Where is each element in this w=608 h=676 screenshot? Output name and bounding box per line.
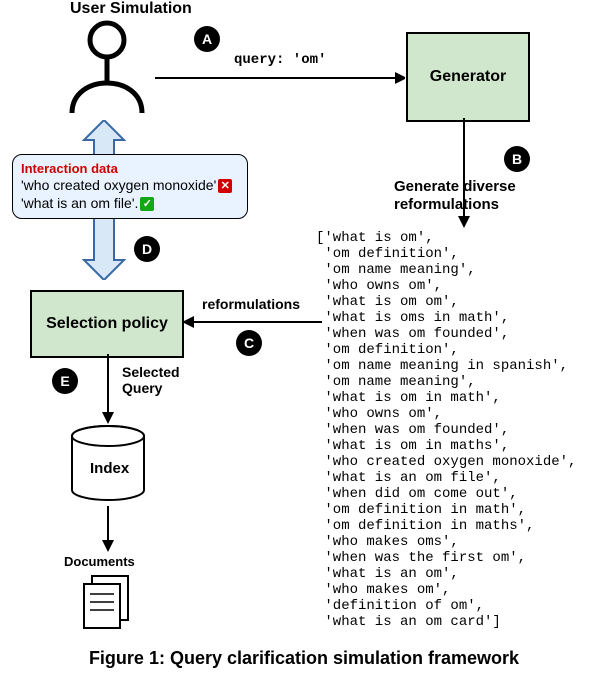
user-simulation-label: User Simulation	[70, 0, 192, 18]
reformulations-list: ['what is om', 'om definition', 'om name…	[316, 230, 576, 630]
interaction-data-label: Interaction data	[21, 161, 239, 176]
arrow-selpolicy-down	[98, 354, 118, 424]
figure-caption: Figure 1: Query clarification simulation…	[0, 648, 608, 669]
generator-label: Generator	[430, 68, 506, 86]
interaction-line-2: 'what is an om file'.✓	[21, 194, 239, 212]
generator-box: Generator	[406, 32, 530, 122]
cross-icon: ✕	[218, 179, 232, 193]
badge-d: D	[134, 236, 160, 262]
interaction-line-1: 'who created oxygen monoxide'✕	[21, 176, 239, 194]
selection-policy-label: Selection policy	[46, 315, 168, 333]
reformulations-arrow-label: reformulations	[202, 296, 300, 312]
query-label: query: 'om'	[234, 52, 326, 68]
generate-reformulations-l2: reformulations	[394, 196, 499, 213]
user-icon	[62, 18, 152, 128]
badge-a: A	[194, 26, 220, 52]
arrow-generator-down	[454, 118, 474, 228]
badge-e: E	[52, 368, 78, 394]
selected-query-l2: Query	[122, 380, 162, 396]
arrow-index-down	[98, 506, 118, 552]
arrow-user-to-generator	[155, 70, 405, 90]
badge-b: B	[504, 146, 530, 172]
selection-policy-box: Selection policy	[30, 290, 184, 358]
badge-c: C	[236, 330, 262, 356]
selected-query-l1: Selected	[122, 364, 180, 380]
documents-icon	[78, 572, 138, 632]
index-label: Index	[90, 460, 129, 477]
documents-label: Documents	[64, 554, 135, 569]
check-icon: ✓	[140, 197, 154, 211]
interaction-bubble: Interaction data 'who created oxygen mon…	[12, 154, 248, 219]
